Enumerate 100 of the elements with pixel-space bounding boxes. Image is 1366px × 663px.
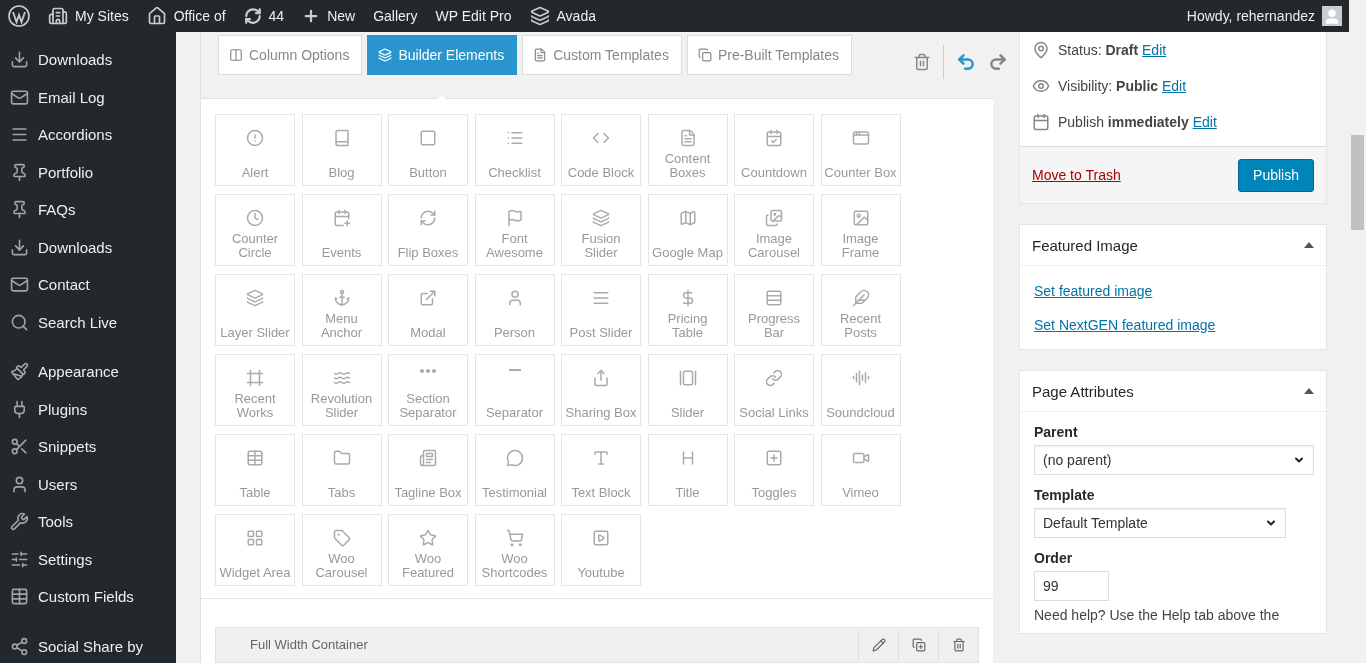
element-button[interactable]: Soundcloud bbox=[820, 353, 901, 426]
status-text: Status: Draft Edit bbox=[1058, 42, 1167, 58]
sidebar-item[interactable]: Contact bbox=[0, 266, 176, 304]
sidebar-item[interactable]: FAQs bbox=[0, 191, 176, 229]
element-button[interactable]: Woo Carousel bbox=[301, 513, 382, 586]
trash-link[interactable]: Move to Trash bbox=[1032, 167, 1121, 183]
element-button[interactable]: Pricing Table bbox=[647, 273, 728, 346]
element-button[interactable]: Revolution Slider bbox=[301, 353, 382, 426]
container-title: Full Width Container bbox=[249, 637, 369, 653]
element-button[interactable]: Woo Featured bbox=[388, 513, 468, 586]
sidebar-item[interactable]: Appearance bbox=[0, 353, 176, 391]
sidebar-item[interactable]: Users bbox=[0, 465, 176, 503]
order-field[interactable]: 99 bbox=[1034, 571, 1109, 601]
admin-bar-link[interactable]: My Sites bbox=[48, 6, 129, 26]
element-button[interactable]: Image Frame bbox=[820, 193, 901, 266]
template-select[interactable]: Default Template bbox=[1034, 508, 1286, 538]
element-button[interactable]: Counter Circle bbox=[215, 193, 295, 266]
sound-wave-icon bbox=[851, 368, 870, 387]
wordpress-logo-link[interactable] bbox=[8, 5, 30, 27]
sidebar-item[interactable]: Social Share by bbox=[0, 627, 176, 663]
admin-bar-link[interactable]: Office of bbox=[146, 6, 226, 26]
sidebar-item[interactable]: Search Live bbox=[0, 303, 176, 341]
element-button[interactable]: Person bbox=[474, 273, 555, 346]
sidebar-item[interactable]: Accordions bbox=[0, 116, 176, 154]
admin-bar-link[interactable]: Avada bbox=[529, 6, 596, 26]
element-button[interactable]: Counter Box bbox=[820, 113, 901, 186]
element-button[interactable]: Tagline Box bbox=[388, 433, 468, 506]
admin-bar-link[interactable]: 44 bbox=[243, 7, 285, 25]
element-button[interactable]: Woo Shortcodes bbox=[474, 513, 555, 586]
element-button[interactable]: Checklist bbox=[474, 113, 555, 186]
sidebar-item[interactable]: Plugins bbox=[0, 390, 176, 428]
element-button[interactable]: Menu Anchor bbox=[301, 273, 382, 346]
element-button[interactable]: Slider bbox=[647, 353, 728, 426]
element-button[interactable]: Post Slider bbox=[561, 273, 641, 346]
element-button[interactable]: Blog bbox=[301, 113, 382, 186]
featured-image-link[interactable]: Set NextGEN featured image bbox=[1034, 317, 1312, 333]
builder-tab[interactable]: Column Options bbox=[218, 35, 363, 75]
toggle-icon[interactable] bbox=[1304, 242, 1314, 248]
admin-bar-link[interactable]: Gallery bbox=[373, 8, 418, 24]
sidebar-item[interactable]: Downloads bbox=[0, 41, 176, 79]
element-button[interactable]: Separator bbox=[474, 353, 555, 426]
element-button[interactable]: Sharing Box bbox=[561, 353, 641, 426]
element-button[interactable]: Fusion Slider bbox=[561, 193, 641, 266]
element-button[interactable]: Social Links bbox=[734, 353, 814, 426]
sidebar-item[interactable]: Downloads bbox=[0, 228, 176, 266]
element-button[interactable]: Progress Bar bbox=[734, 273, 814, 346]
sidebar-item[interactable]: Snippets bbox=[0, 428, 176, 466]
sidebar-item[interactable]: Tools bbox=[0, 503, 176, 541]
delete-icon[interactable] bbox=[913, 53, 932, 71]
map-icon bbox=[678, 208, 697, 227]
minus-icon bbox=[508, 368, 521, 371]
edit-link[interactable]: Edit bbox=[1142, 42, 1167, 58]
sidebar-item[interactable]: Portfolio bbox=[0, 153, 176, 191]
builder-tab[interactable]: Custom Templates bbox=[522, 35, 682, 75]
element-button[interactable]: Events bbox=[301, 193, 382, 266]
toggle-icon[interactable] bbox=[1304, 388, 1314, 394]
publish-button[interactable]: Publish bbox=[1238, 158, 1314, 192]
element-button[interactable]: Code Block bbox=[561, 113, 641, 186]
element-button[interactable]: Toggles bbox=[734, 433, 814, 506]
element-button[interactable]: Google Map bbox=[647, 193, 728, 266]
account-link[interactable]: Howdy, rehernandez bbox=[1186, 6, 1341, 26]
element-button[interactable]: Vimeo bbox=[820, 433, 901, 506]
element-button[interactable]: Table bbox=[215, 433, 295, 506]
element-button[interactable]: Section Separator bbox=[388, 353, 468, 426]
images-icon bbox=[765, 208, 783, 227]
element-button[interactable]: Alert bbox=[215, 113, 295, 186]
edit-link[interactable]: Edit bbox=[1192, 114, 1217, 130]
element-button[interactable]: Countdown bbox=[734, 113, 814, 186]
element-button[interactable]: Recent Posts bbox=[820, 273, 901, 346]
element-button[interactable]: Widget Area bbox=[215, 513, 295, 586]
element-button[interactable]: Youtube bbox=[561, 513, 641, 586]
element-button[interactable]: Font Awesome bbox=[474, 193, 555, 266]
parent-select[interactable]: (no parent) bbox=[1034, 445, 1314, 475]
calendar-plus-icon bbox=[332, 208, 351, 227]
featured-image-link[interactable]: Set featured image bbox=[1034, 283, 1312, 299]
admin-bar-link[interactable]: WP Edit Pro bbox=[435, 8, 512, 24]
admin-bar-link[interactable]: New bbox=[302, 7, 356, 25]
element-button[interactable]: Modal bbox=[388, 273, 468, 346]
element-button[interactable]: Button bbox=[388, 113, 468, 186]
undo-icon[interactable] bbox=[956, 52, 977, 72]
element-button[interactable]: Title bbox=[647, 433, 728, 506]
element-button[interactable]: Content Boxes bbox=[647, 113, 728, 186]
layers-icon bbox=[592, 208, 610, 227]
sidebar-item[interactable]: Email Log bbox=[0, 78, 176, 116]
sidebar-item[interactable]: Settings bbox=[0, 540, 176, 578]
clock-icon bbox=[246, 208, 264, 227]
element-button[interactable]: Tabs bbox=[301, 433, 382, 506]
element-button[interactable]: Recent Works bbox=[215, 353, 295, 426]
sidebar-item[interactable]: Custom Fields bbox=[0, 578, 176, 616]
layers-icon bbox=[246, 288, 264, 307]
builder-tab[interactable]: Pre-Built Templates bbox=[686, 35, 853, 75]
element-button[interactable]: Testimonial bbox=[474, 433, 555, 506]
document-icon bbox=[678, 128, 697, 147]
columns-icon bbox=[229, 48, 243, 62]
element-button[interactable]: Text Block bbox=[561, 433, 641, 506]
element-button[interactable]: Layer Slider bbox=[215, 273, 295, 346]
element-button[interactable]: Image Carousel bbox=[734, 193, 814, 266]
element-button[interactable]: Flip Boxes bbox=[388, 193, 468, 266]
edit-link[interactable]: Edit bbox=[1162, 78, 1187, 94]
redo-icon[interactable] bbox=[988, 52, 1009, 72]
